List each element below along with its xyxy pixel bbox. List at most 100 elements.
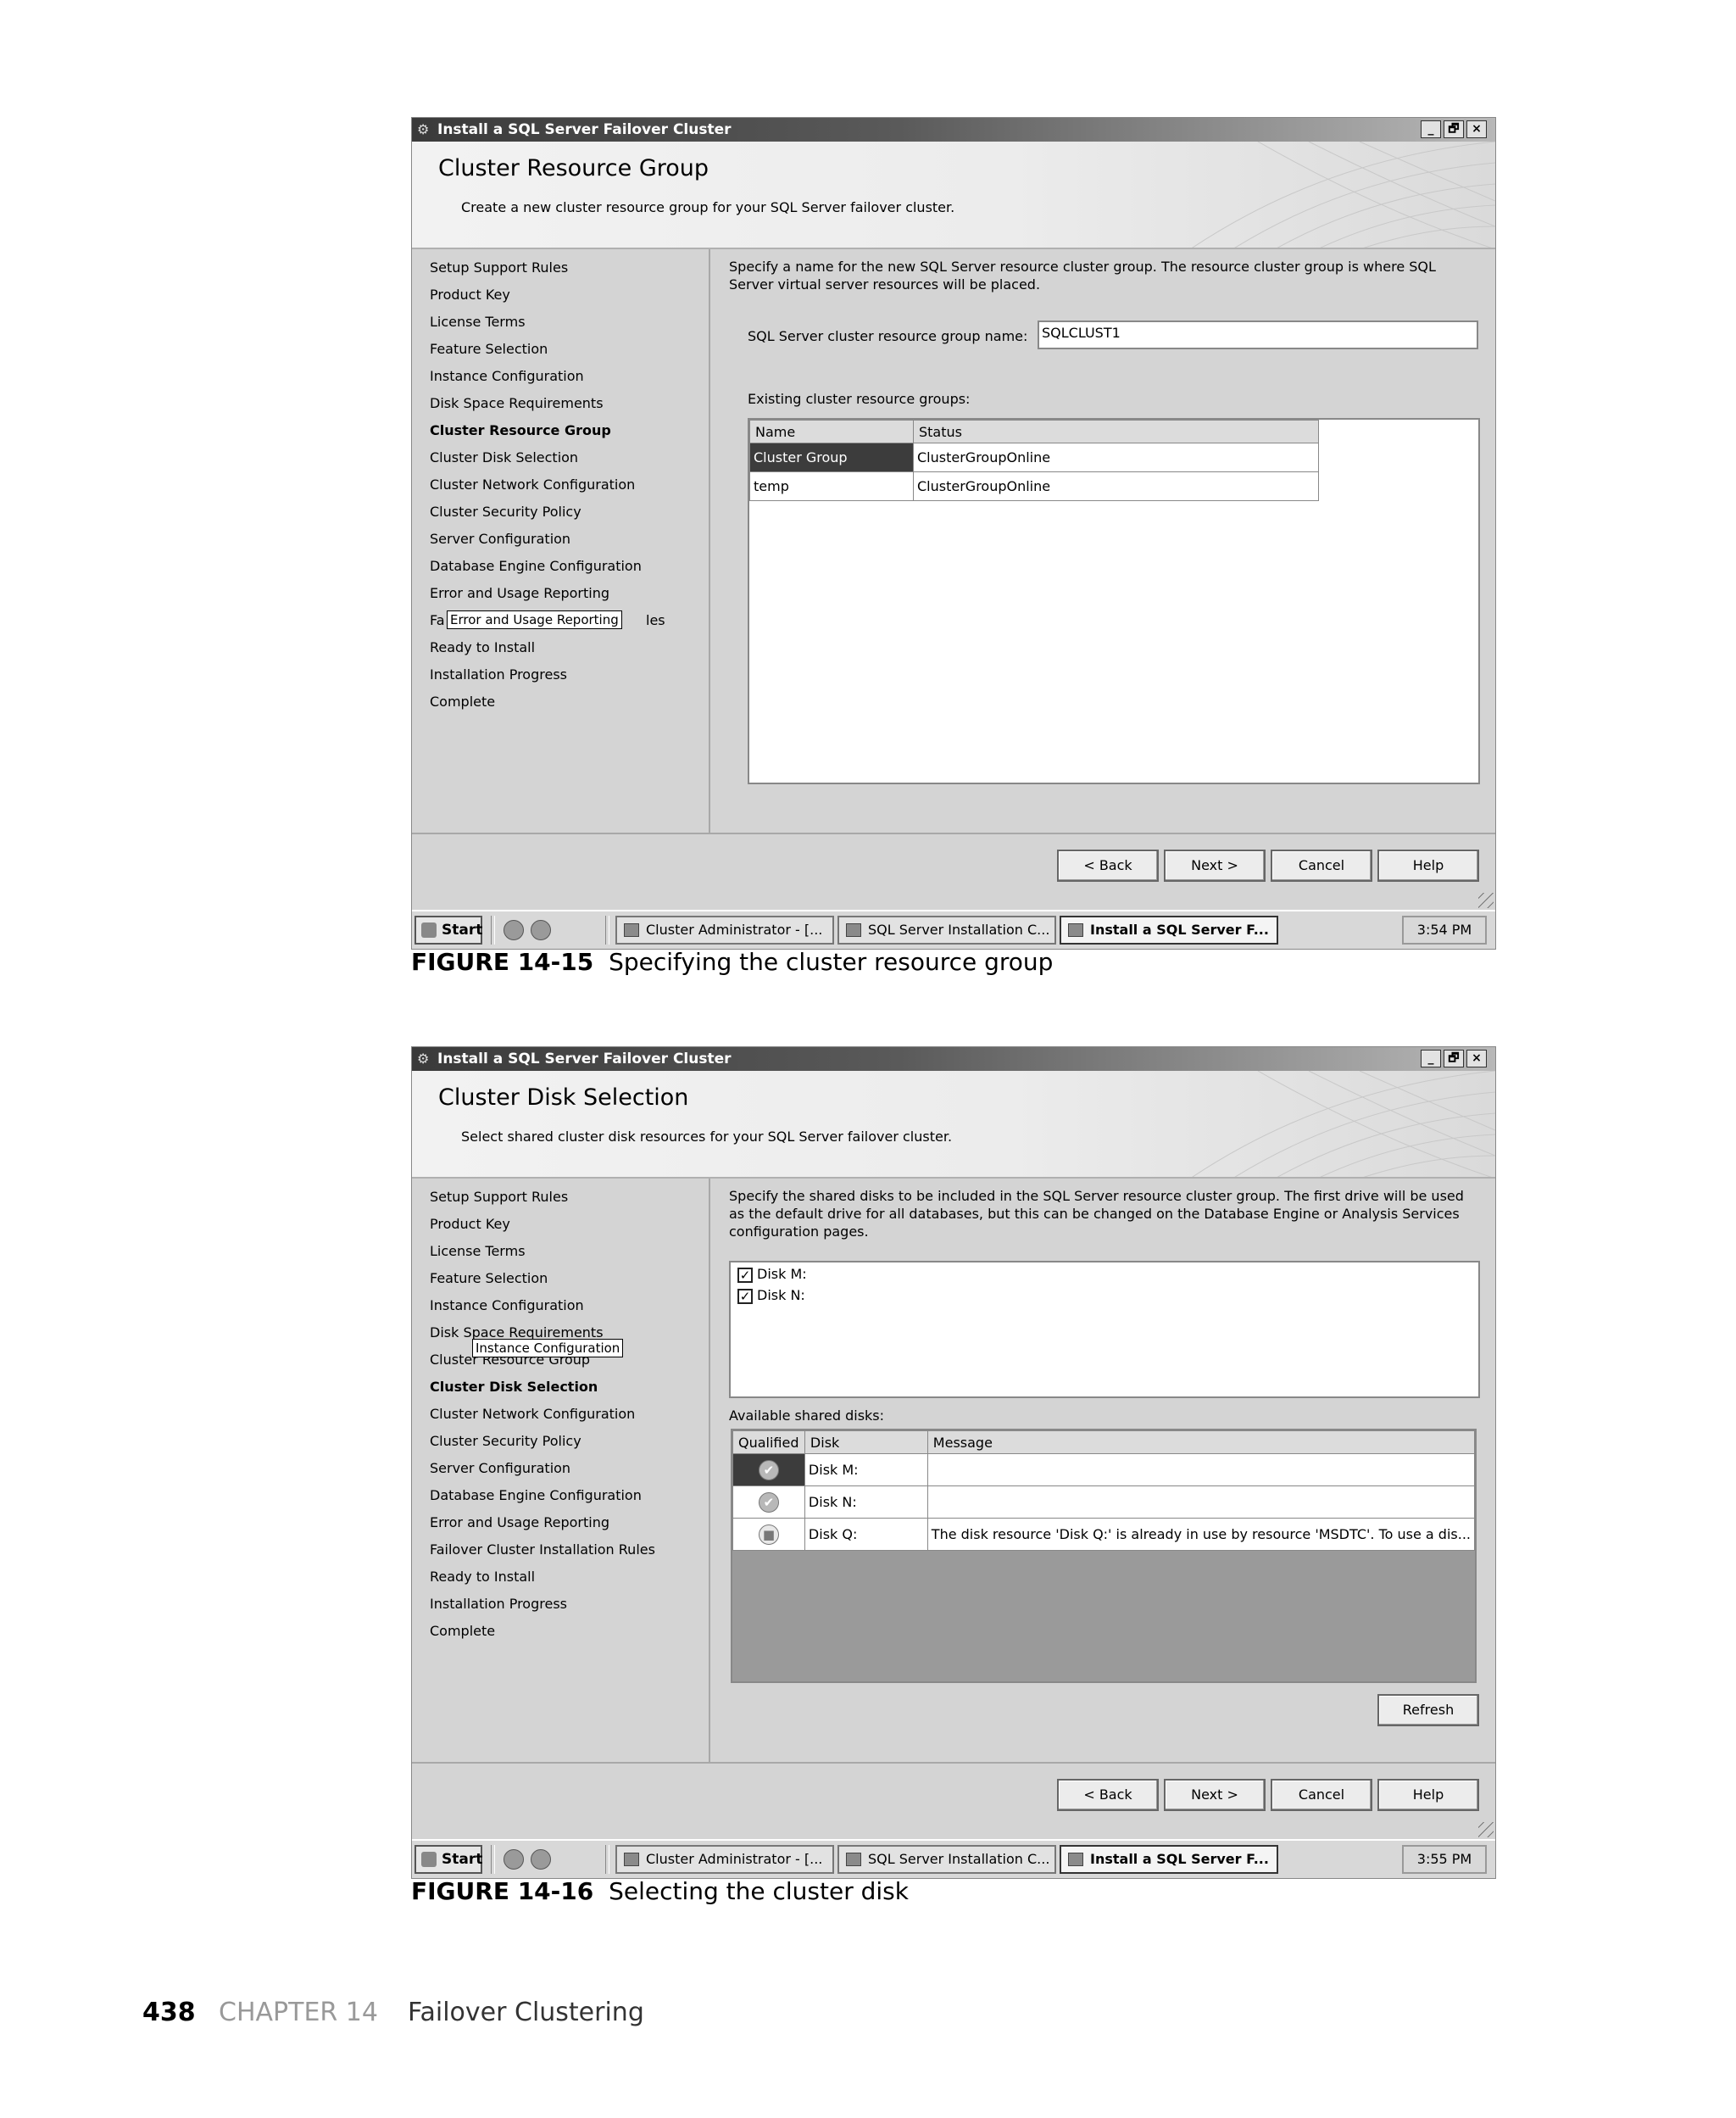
row-name-cell[interactable]: temp	[749, 471, 914, 501]
nav-item-failover-rules-partial[interactable]: Fa	[430, 612, 445, 628]
nav-item-database-engine-configuration[interactable]: Database Engine Configuration	[430, 558, 642, 574]
nav-item-disk-space-requirements[interactable]: Disk Space Requirements	[430, 395, 604, 411]
restore-button[interactable]: 🗗	[1444, 120, 1464, 138]
show-desktop-icon[interactable]	[504, 1849, 524, 1870]
start-button[interactable]: Start	[415, 1845, 482, 1874]
nav-item-server-configuration[interactable]: Server Configuration	[430, 1460, 570, 1476]
taskbar-clock: 3:55 PM	[1402, 1845, 1487, 1874]
column-header-status[interactable]: Status	[913, 420, 1319, 443]
start-button[interactable]: Start	[415, 916, 482, 945]
nav-item-instance-configuration[interactable]: Instance Configuration	[430, 1297, 584, 1313]
task-cluster-administrator[interactable]: Cluster Administrator - [...	[615, 1845, 834, 1874]
nav-item-cluster-disk-selection[interactable]: Cluster Disk Selection	[430, 449, 578, 465]
task-install-sql-server-failover[interactable]: Install a SQL Server F...	[1060, 916, 1278, 945]
sql-setup-icon	[1068, 1853, 1083, 1866]
nav-item-product-key[interactable]: Product Key	[430, 287, 510, 303]
nav-item-cluster-security-policy[interactable]: Cluster Security Policy	[430, 1433, 581, 1449]
column-header-disk[interactable]: Disk	[804, 1430, 928, 1454]
nav-item-license-terms[interactable]: License Terms	[430, 1243, 526, 1259]
close-button[interactable]: ×	[1466, 1050, 1487, 1067]
nav-item-setup-support-rules[interactable]: Setup Support Rules	[430, 259, 568, 276]
table-row[interactable]: ✔ Disk M:	[732, 1453, 1476, 1486]
window-titlebar[interactable]: ⚙ Install a SQL Server Failover Cluster …	[412, 118, 1495, 142]
resize-grip-icon[interactable]	[1478, 1822, 1494, 1837]
disk-n-checkbox[interactable]: ✓	[737, 1289, 753, 1304]
table-row[interactable]: temp ClusterGroupOnline	[749, 471, 1319, 501]
selected-disks-list[interactable]: ✓ Disk M: ✓ Disk N:	[729, 1261, 1480, 1398]
nav-item-feature-selection[interactable]: Feature Selection	[430, 341, 548, 357]
disk-cell[interactable]: Disk Q:	[804, 1518, 928, 1551]
nav-item-feature-selection[interactable]: Feature Selection	[430, 1270, 548, 1286]
existing-groups-list[interactable]: Name Status Cluster Group ClusterGroupOn…	[748, 418, 1480, 784]
row-name-cell[interactable]: Cluster Group	[749, 443, 914, 472]
step-navigation: Setup Support Rules Product Key License …	[412, 249, 710, 833]
qualified-cell[interactable]: ✔	[732, 1453, 805, 1486]
help-button[interactable]: Help	[1377, 1779, 1479, 1811]
table-row[interactable]: ✔ Disk N:	[732, 1485, 1476, 1519]
message-cell[interactable]	[926, 1453, 1476, 1486]
disk-cell[interactable]: Disk N:	[804, 1485, 928, 1519]
nav-item-ready-to-install[interactable]: Ready to Install	[430, 1569, 535, 1585]
minimize-button[interactable]: _	[1421, 1050, 1441, 1067]
column-header-message[interactable]: Message	[926, 1430, 1476, 1454]
column-header-name[interactable]: Name	[749, 420, 914, 443]
back-button[interactable]: < Back	[1057, 850, 1159, 882]
nav-item-database-engine-configuration[interactable]: Database Engine Configuration	[430, 1487, 642, 1503]
nav-item-error-and-usage-reporting[interactable]: Error and Usage Reporting	[430, 1514, 609, 1530]
taskbar-separator	[491, 916, 495, 945]
next-button[interactable]: Next >	[1164, 1779, 1266, 1811]
message-cell[interactable]	[926, 1485, 1476, 1519]
next-button[interactable]: Next >	[1164, 850, 1266, 882]
close-button[interactable]: ×	[1466, 120, 1487, 138]
qualified-cell[interactable]: ■	[732, 1518, 805, 1551]
table-row[interactable]: Cluster Group ClusterGroupOnline	[749, 443, 1319, 472]
figure-caption-text: Selecting the cluster disk	[609, 1877, 909, 1905]
nav-item-cluster-security-policy[interactable]: Cluster Security Policy	[430, 504, 581, 520]
available-disks-grid[interactable]: Qualified Disk Message ✔ Disk M: ✔ Disk …	[731, 1429, 1477, 1683]
disk-m-checkbox[interactable]: ✓	[737, 1268, 753, 1283]
show-desktop-icon[interactable]	[504, 920, 524, 940]
qualified-cell[interactable]: ✔	[732, 1485, 805, 1519]
task-sql-server-installation-center[interactable]: SQL Server Installation C...	[837, 916, 1056, 945]
help-button[interactable]: Help	[1377, 850, 1479, 882]
nav-item-server-configuration[interactable]: Server Configuration	[430, 531, 570, 547]
nav-item-cluster-resource-group[interactable]: Cluster Resource Group	[430, 422, 611, 438]
nav-item-failover-cluster-installation-rules[interactable]: Failover Cluster Installation Rules	[430, 1541, 655, 1558]
nav-item-ready-to-install[interactable]: Ready to Install	[430, 639, 535, 655]
row-status-cell[interactable]: ClusterGroupOnline	[913, 443, 1319, 472]
message-cell[interactable]: The disk resource 'Disk Q:' is already i…	[926, 1518, 1476, 1551]
nav-item-complete[interactable]: Complete	[430, 1623, 495, 1639]
group-name-input[interactable]: SQLCLUST1	[1038, 320, 1478, 349]
resize-grip-icon[interactable]	[1478, 893, 1494, 908]
nav-item-product-key[interactable]: Product Key	[430, 1216, 510, 1232]
check-circle-icon: ✔	[758, 1459, 779, 1480]
nav-item-license-terms[interactable]: License Terms	[430, 314, 526, 330]
setup-app-icon: ⚙	[417, 121, 430, 137]
cancel-button[interactable]: Cancel	[1271, 1779, 1372, 1811]
table-row[interactable]: ■ Disk Q: The disk resource 'Disk Q:' is…	[732, 1518, 1476, 1551]
nav-item-cluster-network-configuration[interactable]: Cluster Network Configuration	[430, 477, 635, 493]
available-disks-table: Qualified Disk Message ✔ Disk M: ✔ Disk …	[732, 1430, 1476, 1551]
nav-item-setup-support-rules[interactable]: Setup Support Rules	[430, 1189, 568, 1205]
task-install-sql-server-failover[interactable]: Install a SQL Server F...	[1060, 1845, 1278, 1874]
task-cluster-administrator[interactable]: Cluster Administrator - [...	[615, 916, 834, 945]
nav-item-installation-progress[interactable]: Installation Progress	[430, 1596, 567, 1612]
task-sql-server-installation-center[interactable]: SQL Server Installation C...	[837, 1845, 1056, 1874]
internet-explorer-icon[interactable]	[531, 920, 551, 940]
internet-explorer-icon[interactable]	[531, 1849, 551, 1870]
column-header-qualified[interactable]: Qualified	[732, 1430, 805, 1454]
nav-item-instance-configuration[interactable]: Instance Configuration	[430, 368, 584, 384]
minimize-button[interactable]: _	[1421, 120, 1441, 138]
nav-item-complete[interactable]: Complete	[430, 694, 495, 710]
disk-cell[interactable]: Disk M:	[804, 1453, 928, 1486]
back-button[interactable]: < Back	[1057, 1779, 1159, 1811]
nav-item-error-and-usage-reporting[interactable]: Error and Usage Reporting	[430, 585, 609, 601]
nav-item-cluster-network-configuration[interactable]: Cluster Network Configuration	[430, 1406, 635, 1422]
row-status-cell[interactable]: ClusterGroupOnline	[913, 471, 1319, 501]
refresh-button[interactable]: Refresh	[1377, 1694, 1479, 1726]
cancel-button[interactable]: Cancel	[1271, 850, 1372, 882]
nav-item-installation-progress[interactable]: Installation Progress	[430, 666, 567, 683]
restore-button[interactable]: 🗗	[1444, 1050, 1464, 1067]
nav-item-cluster-disk-selection[interactable]: Cluster Disk Selection	[430, 1379, 598, 1395]
window-titlebar[interactable]: ⚙ Install a SQL Server Failover Cluster …	[412, 1047, 1495, 1071]
